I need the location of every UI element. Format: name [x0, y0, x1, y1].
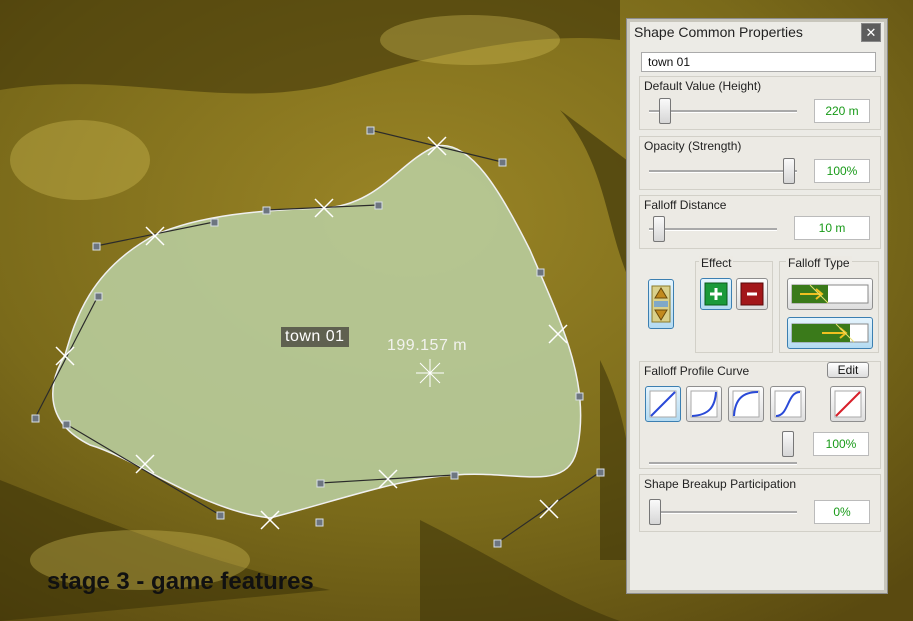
shape-breakup-label: Shape Breakup Participation — [644, 477, 797, 491]
shape-name-input[interactable]: town 01 — [641, 52, 876, 72]
opacity-slider-track[interactable] — [649, 170, 797, 173]
curve-ease-in-button[interactable] — [686, 386, 722, 422]
falloff-outside-icon — [791, 323, 869, 343]
minus-icon — [740, 282, 764, 306]
custom-curve-icon — [834, 390, 862, 418]
close-button[interactable]: ✕ — [861, 23, 881, 42]
effect-group: Effect — [695, 256, 773, 353]
shape-breakup-group: Shape Breakup Participation 0% — [639, 474, 881, 532]
effect-subtract-button[interactable] — [736, 278, 768, 310]
falloff-distance-field[interactable]: 10 m — [794, 216, 870, 240]
plus-icon — [704, 282, 728, 306]
shape-properties-panel: Shape Common Properties ✕ town 01 Defaul… — [626, 18, 888, 594]
falloff-inside-button[interactable] — [787, 278, 873, 310]
curve-s-curve-button[interactable] — [770, 386, 806, 422]
ease-out-curve-icon — [732, 390, 760, 418]
opacity-group: Opacity (Strength) 100% — [639, 136, 881, 190]
default-value-slider-thumb[interactable] — [659, 98, 671, 124]
panel-title: Shape Common Properties — [634, 24, 803, 40]
curve-ease-out-button[interactable] — [728, 386, 764, 422]
ease-in-curve-icon — [690, 390, 718, 418]
default-value-field[interactable]: 220 m — [814, 99, 870, 123]
opacity-slider-thumb[interactable] — [783, 158, 795, 184]
falloff-distance-slider-thumb[interactable] — [653, 216, 665, 242]
up-down-arrows-icon — [651, 285, 671, 323]
default-value-slider-track[interactable] — [649, 110, 797, 113]
stage-caption: stage 3 - game features — [47, 568, 314, 595]
effect-label: Effect — [699, 256, 734, 270]
falloff-distance-slider-track[interactable] — [649, 228, 777, 231]
curve-linear-button[interactable] — [645, 386, 681, 422]
opacity-label: Opacity (Strength) — [644, 139, 742, 153]
falloff-profile-field[interactable]: 100% — [813, 432, 869, 456]
falloff-profile-slider-track[interactable] — [649, 462, 797, 465]
shape-breakup-slider-track[interactable] — [649, 511, 797, 514]
default-value-label: Default Value (Height) — [644, 79, 762, 93]
falloff-type-label: Falloff Type — [786, 256, 852, 270]
falloff-profile-slider-thumb[interactable] — [782, 431, 794, 457]
measurement-label: 199.157 m — [387, 337, 468, 354]
curve-custom-button[interactable] — [830, 386, 866, 422]
close-icon: ✕ — [865, 25, 877, 40]
flip-toggle-button[interactable] — [648, 279, 674, 329]
linear-curve-icon — [649, 390, 677, 418]
s-curve-icon — [774, 390, 802, 418]
effect-add-button[interactable] — [700, 278, 732, 310]
default-value-group: Default Value (Height) 220 m — [639, 76, 881, 130]
falloff-type-group: Falloff Type — [779, 256, 879, 353]
center-crosshair-icon — [416, 359, 444, 387]
falloff-outside-button[interactable] — [787, 317, 873, 349]
shape-name-tag: town 01 — [281, 327, 349, 347]
edit-curve-button[interactable]: Edit — [827, 362, 869, 378]
opacity-field[interactable]: 100% — [814, 159, 870, 183]
falloff-distance-label: Falloff Distance — [644, 198, 727, 212]
shape-breakup-field[interactable]: 0% — [814, 500, 870, 524]
shape-breakup-slider-thumb[interactable] — [649, 499, 661, 525]
falloff-profile-label: Falloff Profile Curve — [644, 364, 750, 378]
falloff-inside-icon — [791, 284, 869, 304]
falloff-distance-group: Falloff Distance 10 m — [639, 195, 881, 249]
